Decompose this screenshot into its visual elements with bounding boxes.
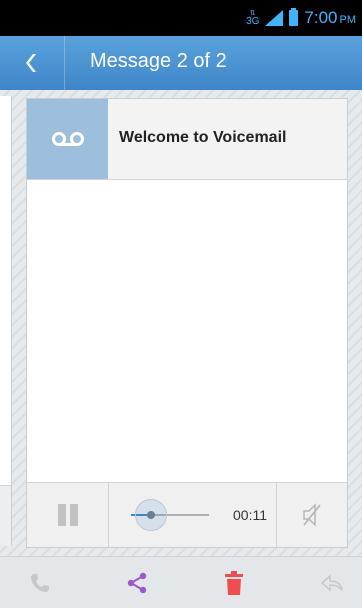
chevron-left-icon <box>26 54 36 72</box>
battery-icon <box>289 8 299 26</box>
phone-icon <box>31 573 49 592</box>
audio-player: 00:11 <box>27 482 347 547</box>
previous-card-footer <box>0 485 11 546</box>
status-icons: ⇅ 3G 7:00 PM <box>246 7 356 29</box>
content-area: Welcome to Voicemail 00:11 <box>0 90 362 556</box>
mute-button[interactable] <box>276 483 347 547</box>
reply-icon <box>320 573 343 592</box>
message-header: Welcome to Voicemail <box>27 99 347 180</box>
trash-icon <box>225 570 243 595</box>
share-icon <box>127 572 147 593</box>
share-button[interactable] <box>107 557 167 608</box>
pause-button[interactable] <box>27 483 109 547</box>
signal-icon <box>265 10 284 26</box>
voicemail-tile <box>27 99 108 179</box>
elapsed-time: 00:11 <box>233 507 267 523</box>
message-card: Welcome to Voicemail 00:11 <box>26 98 348 548</box>
call-button[interactable] <box>10 557 70 608</box>
network-type-icon: ⇅ 3G <box>246 10 260 27</box>
speaker-muted-icon <box>303 503 321 527</box>
page-title: Message 2 of 2 <box>90 50 227 72</box>
bottom-toolbar <box>0 556 362 608</box>
status-bar: ⇅ 3G 7:00 PM <box>0 0 362 36</box>
previous-message-card[interactable] <box>0 96 12 546</box>
action-bar: Message 2 of 2 <box>0 36 362 90</box>
delete-button[interactable] <box>204 557 264 608</box>
back-button[interactable] <box>0 36 65 90</box>
pause-icon <box>57 504 78 526</box>
voicemail-icon <box>51 132 84 146</box>
message-title: Welcome to Voicemail <box>119 129 287 146</box>
reply-button[interactable] <box>302 557 362 608</box>
playback-progress: 00:11 <box>109 483 279 547</box>
clock: 7:00 PM <box>304 8 356 27</box>
progress-thumb[interactable] <box>135 499 167 531</box>
